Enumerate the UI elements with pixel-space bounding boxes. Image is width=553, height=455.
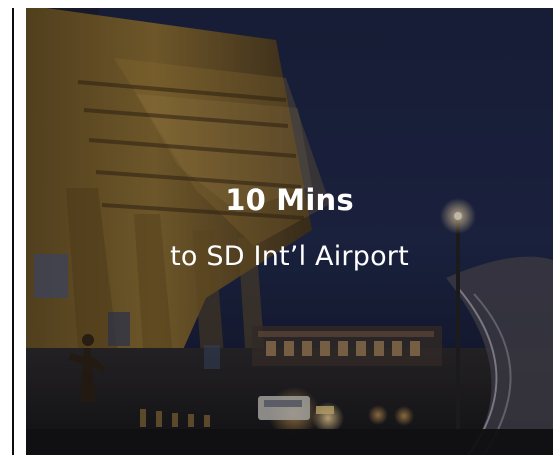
destination-label: to SD Int’l Airport: [170, 241, 409, 273]
left-divider-line: [12, 8, 14, 455]
airport-card[interactable]: 10 Mins to SD Int’l Airport: [26, 8, 553, 455]
travel-time-heading: 10 Mins: [225, 183, 354, 217]
left-edge-strip: [0, 0, 26, 455]
card-text-group: 10 Mins to SD Int’l Airport: [26, 183, 553, 273]
